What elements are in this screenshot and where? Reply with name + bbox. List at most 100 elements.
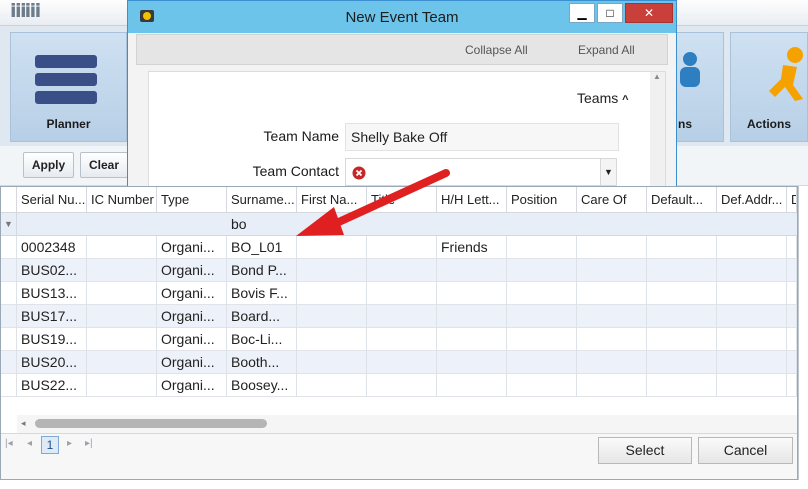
collapse-all-link[interactable]: Collapse All: [465, 43, 528, 57]
table-cell: [437, 328, 507, 351]
column-header[interactable]: Default...: [647, 187, 717, 213]
people-icon: [680, 52, 700, 87]
column-header[interactable]: Serial Nu...: [17, 187, 87, 213]
table-cell: BUS02...: [17, 259, 87, 282]
table-cell: [507, 351, 577, 374]
table-cell: [717, 305, 787, 328]
row-selector[interactable]: [1, 282, 17, 305]
ribbon-tile-label: ns: [678, 117, 693, 131]
table-cell: [367, 236, 437, 259]
team-contact-dropdown[interactable]: ▼: [345, 158, 617, 186]
row-selector[interactable]: [1, 328, 17, 351]
running-man-icon: [769, 47, 803, 101]
table-cell: [577, 328, 647, 351]
column-header[interactable]: Care Of: [577, 187, 647, 213]
table-cell: 0002348: [17, 236, 87, 259]
expand-all-link[interactable]: Expand All: [578, 43, 635, 57]
ribbon-tile-teams[interactable]: ns: [676, 32, 724, 142]
table-cell: Board...: [227, 305, 297, 328]
error-icon: [352, 166, 366, 180]
row-selector[interactable]: [1, 259, 17, 282]
table-cell: BUS13...: [17, 282, 87, 305]
scroll-left-icon[interactable]: ◂: [21, 418, 26, 429]
last-page-icon[interactable]: ▸|: [85, 438, 93, 449]
column-header[interactable]: Surname...: [227, 187, 297, 213]
table-cell: [647, 305, 717, 328]
scrollbar-thumb[interactable]: [35, 419, 267, 428]
table-cell: [507, 374, 577, 397]
maximize-button[interactable]: □: [597, 3, 623, 23]
ribbon-tile-planner[interactable]: Planner: [10, 32, 127, 142]
surname-filter-input[interactable]: bo: [227, 213, 297, 236]
section-header-teams[interactable]: Teams ^: [577, 90, 629, 106]
column-header[interactable]: Def.Addr...: [717, 187, 787, 213]
table-row[interactable]: 0002348 Organi... BO_L01 Friends: [1, 236, 797, 259]
table-cell: [507, 328, 577, 351]
table-cell: [647, 374, 717, 397]
scroll-up-icon[interactable]: ▲: [653, 72, 661, 81]
table-row[interactable]: BUS19... Organi... Boc-Li...: [1, 328, 797, 351]
cancel-button[interactable]: Cancel: [698, 437, 793, 464]
clear-button[interactable]: Clear: [80, 152, 128, 178]
filter-icon[interactable]: ▼: [1, 213, 17, 236]
minimize-button[interactable]: ▁: [569, 3, 595, 23]
table-cell: [87, 305, 157, 328]
table-cell: [717, 282, 787, 305]
horizontal-scrollbar[interactable]: ◂: [17, 415, 797, 433]
table-row[interactable]: BUS02... Organi... Bond P...: [1, 259, 797, 282]
table-cell: [437, 374, 507, 397]
table-cell: [437, 282, 507, 305]
table-cell: Organi...: [157, 351, 227, 374]
row-selector[interactable]: [1, 351, 17, 374]
table-cell: [647, 351, 717, 374]
column-header[interactable]: Type: [157, 187, 227, 213]
contact-search-grid: Serial Nu... IC Number Type Surname... First…: [0, 186, 798, 480]
grid-header-row: Serial Nu... IC Number Type Surname... First…: [1, 187, 797, 213]
first-page-icon[interactable]: |◂: [5, 438, 13, 449]
dialog-titlebar[interactable]: New Event Team ▁ □ ✕: [128, 1, 676, 33]
ribbon-tile-label: Planner: [46, 117, 91, 131]
row-selector[interactable]: [1, 374, 17, 397]
column-header[interactable]: First Na...: [297, 187, 367, 213]
select-button[interactable]: Select: [598, 437, 692, 464]
table-cell: [297, 305, 367, 328]
table-cell: [507, 236, 577, 259]
table-cell: [577, 305, 647, 328]
new-event-team-dialog: New Event Team ▁ □ ✕ Collapse All Expand…: [127, 0, 677, 189]
column-header[interactable]: H/H Lett...: [437, 187, 507, 213]
ribbon-tile-actions[interactable]: Actions: [730, 32, 808, 142]
table-cell: [367, 259, 437, 282]
table-row[interactable]: BUS17... Organi... Board...: [1, 305, 797, 328]
table-cell: BO_L01: [227, 236, 297, 259]
next-page-icon[interactable]: ▸: [67, 438, 72, 449]
column-header[interactable]: D: [787, 187, 797, 213]
table-cell: Bovis F...: [227, 282, 297, 305]
table-cell: [647, 328, 717, 351]
apply-button[interactable]: Apply: [23, 152, 74, 178]
row-selector-header: [1, 187, 17, 213]
section-label: Teams: [577, 90, 619, 106]
table-cell: Organi...: [157, 305, 227, 328]
column-header[interactable]: Position: [507, 187, 577, 213]
team-contact-label: Team Contact: [252, 163, 339, 179]
row-selector[interactable]: [1, 236, 17, 259]
table-cell: BUS17...: [17, 305, 87, 328]
table-cell: [577, 282, 647, 305]
table-cell: Boosey...: [227, 374, 297, 397]
table-cell: [717, 374, 787, 397]
table-row[interactable]: BUS22... Organi... Boosey...: [1, 374, 797, 397]
prev-page-icon[interactable]: ◂: [27, 438, 32, 449]
dialog-scrollbar[interactable]: ▲: [650, 72, 665, 189]
page-number[interactable]: 1: [41, 436, 59, 454]
table-row[interactable]: BUS20... Organi... Booth...: [1, 351, 797, 374]
table-cell: [717, 351, 787, 374]
close-button[interactable]: ✕: [625, 3, 673, 23]
table-cell: Organi...: [157, 374, 227, 397]
team-name-input[interactable]: Shelly Bake Off: [345, 123, 619, 151]
chevron-up-icon: ^: [622, 94, 629, 106]
column-header[interactable]: IC Number: [87, 187, 157, 213]
dropdown-arrow-icon[interactable]: ▼: [600, 159, 616, 185]
table-row[interactable]: BUS13... Organi... Bovis F...: [1, 282, 797, 305]
column-header[interactable]: Title: [367, 187, 437, 213]
row-selector[interactable]: [1, 305, 17, 328]
